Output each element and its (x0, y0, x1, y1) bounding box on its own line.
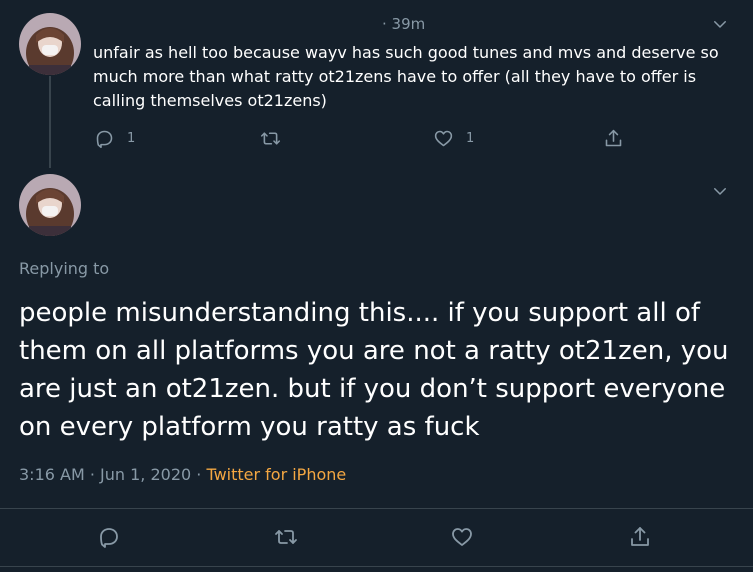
reply-icon (100, 528, 118, 548)
chevron-down-icon[interactable] (711, 15, 729, 33)
like-button[interactable] (450, 525, 474, 549)
like-count: 1 (466, 131, 475, 146)
share-button[interactable] (603, 128, 624, 149)
like-button[interactable]: 1 (433, 128, 474, 149)
avatar[interactable] (19, 174, 81, 236)
source-link[interactable]: Twitter for iPhone (206, 465, 346, 484)
thread-line (49, 76, 51, 168)
main-tweet-text: people misunderstanding this.... if you … (19, 298, 729, 442)
reply-icon (96, 130, 113, 149)
retweet-button[interactable] (274, 525, 298, 549)
heart-icon (434, 130, 453, 147)
share-button[interactable] (628, 525, 652, 549)
heart-icon (452, 528, 472, 546)
retweet-icon (260, 132, 281, 145)
avatar[interactable] (19, 13, 81, 75)
share-icon (605, 129, 622, 147)
tweet-timestamp: 3:16 AM · Jun 1, 2020 · Twitter for iPho… (19, 465, 346, 484)
retweet-icon (275, 530, 297, 544)
divider (0, 566, 753, 567)
share-icon (631, 527, 649, 546)
divider (0, 508, 753, 509)
chevron-down-icon[interactable] (711, 182, 729, 200)
reply-button[interactable] (97, 525, 121, 549)
timestamp-text[interactable]: 3:16 AM · Jun 1, 2020 · (19, 465, 206, 484)
tweet-text: unfair as hell too because wayv has such… (93, 43, 719, 110)
retweet-button[interactable] (260, 128, 281, 149)
tweet-time[interactable]: · 39m (382, 15, 425, 33)
replying-to-label: Replying to (19, 259, 110, 278)
reply-button[interactable]: 1 (94, 128, 135, 149)
reply-count: 1 (127, 131, 136, 146)
